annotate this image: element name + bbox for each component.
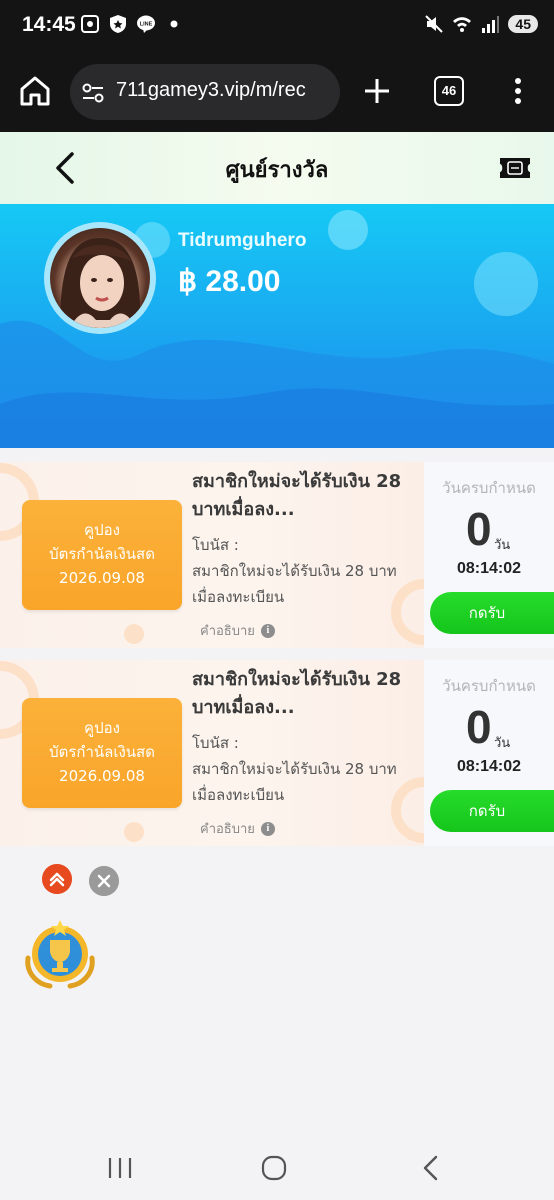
avatar-image	[60, 238, 141, 328]
info-icon[interactable]: i	[260, 623, 275, 638]
trophy-icon[interactable]	[20, 918, 100, 990]
status-bar: 14:45 LINE 45	[0, 0, 554, 52]
status-left-icons: LINE	[80, 14, 184, 34]
coupon-deadline-panel: วันครบกำหนด 0 วัน 08:14:02 กดรับ	[424, 462, 554, 648]
days-unit: วัน	[494, 736, 511, 751]
coupon-card: คูปอง บัตรกำนัลเงินสด 2026.09.08 สมาชิกใ…	[0, 462, 554, 648]
explain-label[interactable]: คำอธิบาย	[200, 620, 255, 641]
url-text[interactable]: 711gamey3.vip/m/rec	[116, 79, 334, 102]
coupon-card-body: คูปอง บัตรกำนัลเงินสด 2026.09.08 สมาชิกใ…	[0, 660, 424, 846]
new-tab-icon[interactable]	[362, 76, 392, 106]
coupon-description: โบนัส : สมาชิกใหม่จะได้รับเงิน 28 บาทเมื…	[192, 730, 420, 808]
countdown-timer: 08:14:02	[456, 758, 522, 775]
ticket-icon[interactable]	[498, 154, 532, 182]
info-icon[interactable]: i	[260, 821, 275, 836]
home-icon[interactable]	[18, 74, 52, 108]
username: Tidrumguhero	[178, 230, 307, 251]
deadline-label: วันครบกำหนด	[442, 479, 536, 497]
explain-link[interactable]: คำอธิบาย i	[200, 818, 275, 839]
days-remaining: 0	[466, 503, 492, 555]
deadline-label: วันครบกำหนด	[442, 677, 536, 695]
recent-apps-icon[interactable]	[106, 1156, 134, 1180]
bonus-text: สมาชิกใหม่จะได้รับเงิน 28 บาทเมื่อลงทะเบ…	[192, 562, 397, 606]
profile-banner: Tidrumguhero ฿ 28.00	[0, 204, 554, 448]
claim-button[interactable]: กดรับ	[430, 790, 554, 832]
back-nav-icon[interactable]	[420, 1154, 440, 1182]
explain-label[interactable]: คำอธิบาย	[200, 818, 255, 839]
voucher-kind: บัตรกำนัลเงินสด	[49, 743, 155, 761]
bonus-text: สมาชิกใหม่จะได้รับเงิน 28 บาทเมื่อลงทะเบ…	[192, 760, 397, 804]
voucher-type: คูปอง	[84, 719, 120, 737]
screenshot-icon	[81, 15, 99, 33]
browser-toolbar: 711gamey3.vip/m/rec 46	[0, 52, 554, 132]
mute-icon	[425, 15, 444, 33]
avatar-frame	[44, 222, 156, 334]
bonus-label: โบนัส :	[192, 536, 239, 554]
voucher-date: 2026.09.08	[59, 767, 145, 785]
coupon-description: โบนัส : สมาชิกใหม่จะได้รับเงิน 28 บาทเมื…	[192, 532, 420, 610]
coupon-card-body: คูปอง บัตรกำนัลเงินสด 2026.09.08 สมาชิกใ…	[0, 462, 424, 648]
claim-button[interactable]: กดรับ	[430, 592, 554, 634]
line-icon: LINE	[137, 15, 155, 33]
more-menu-icon[interactable]	[508, 76, 528, 106]
dot-icon	[170, 20, 178, 28]
status-right-icons: 45	[424, 14, 538, 34]
wifi-icon	[453, 17, 472, 32]
page-title: ศูนย์รางวัล	[225, 158, 329, 183]
tab-count-button[interactable]: 46	[434, 76, 464, 106]
status-time: 14:45	[22, 13, 76, 36]
site-settings-icon[interactable]	[80, 80, 106, 106]
voucher-date: 2026.09.08	[59, 569, 145, 587]
page-header: ศูนย์รางวัล	[0, 132, 554, 204]
days-unit: วัน	[494, 538, 511, 553]
system-nav-bar	[0, 1130, 554, 1200]
explain-link[interactable]: คำอธิบาย i	[200, 620, 275, 641]
close-icon[interactable]	[89, 866, 119, 896]
coupon-title: สมาชิกใหม่จะได้รับเงิน 28 บาทเมื่อลง...	[192, 471, 402, 520]
svg-text:LINE: LINE	[140, 22, 153, 28]
avatar	[50, 228, 150, 328]
coupon-deadline-panel: วันครบกำหนด 0 วัน 08:14:02 กดรับ	[424, 660, 554, 846]
voucher-type: คูปอง	[84, 521, 120, 539]
days-remaining: 0	[466, 701, 492, 753]
home-nav-icon[interactable]	[260, 1154, 288, 1182]
scroll-top-icon[interactable]	[42, 864, 72, 894]
signal-icon	[482, 16, 500, 33]
voucher-badge: คูปอง บัตรกำนัลเงินสด 2026.09.08	[22, 500, 182, 610]
bonus-label: โบนัส :	[192, 734, 239, 752]
voucher-badge: คูปอง บัตรกำนัลเงินสด 2026.09.08	[22, 698, 182, 808]
balance: ฿ 28.00	[178, 265, 281, 298]
coupon-title: สมาชิกใหม่จะได้รับเงิน 28 บาทเมื่อลง...	[192, 669, 402, 718]
coupon-card: คูปอง บัตรกำนัลเงินสด 2026.09.08 สมาชิกใ…	[0, 660, 554, 846]
battery-icon: 45	[508, 15, 538, 33]
address-bar[interactable]: 711gamey3.vip/m/rec	[70, 64, 340, 120]
voucher-kind: บัตรกำนัลเงินสด	[49, 545, 155, 563]
countdown-timer: 08:14:02	[456, 560, 522, 577]
shield-icon	[110, 15, 126, 33]
